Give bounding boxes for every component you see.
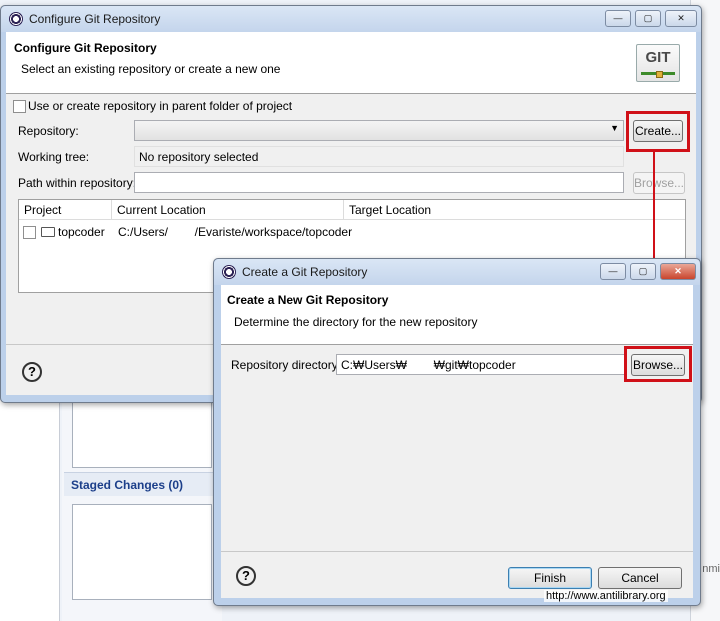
maximize-button[interactable]: ▢ xyxy=(630,263,656,280)
eclipse-icon xyxy=(222,265,236,279)
configure-header-description: Select an existing repository or create … xyxy=(21,62,281,76)
column-target-location[interactable]: Target Location xyxy=(344,200,685,220)
repository-label: Repository: xyxy=(18,124,79,138)
repository-combo[interactable]: ▼ xyxy=(134,120,624,141)
create-window-title: Create a Git Repository xyxy=(242,265,368,279)
working-tree-label: Working tree: xyxy=(18,150,90,164)
create-git-repository-dialog: Create a Git Repository — ▢ ✕ Create a N… xyxy=(213,258,701,606)
project-checkbox[interactable] xyxy=(23,226,36,239)
minimize-button[interactable]: — xyxy=(605,10,631,27)
current-location: C:/Users/ /Evariste/workspace/topcoder xyxy=(118,225,353,239)
repository-directory-input[interactable]: C:₩Users₩ ₩git₩topcoder xyxy=(336,354,626,375)
help-icon[interactable]: ? xyxy=(236,566,256,586)
path-browse-button[interactable]: Browse... xyxy=(633,172,685,194)
path-within-repository-input[interactable] xyxy=(134,172,624,193)
create-header-title: Create a New Git Repository xyxy=(227,293,389,307)
working-tree-value: No repository selected xyxy=(134,146,624,167)
git-staging-panel xyxy=(62,400,222,621)
close-button[interactable]: ✕ xyxy=(660,263,696,280)
staged-changes-list xyxy=(72,504,212,600)
folder-icon xyxy=(41,227,55,237)
create-title-bar[interactable]: Create a Git Repository — ▢ ✕ xyxy=(214,259,700,285)
eclipse-icon xyxy=(9,12,23,26)
help-icon[interactable]: ? xyxy=(22,362,42,382)
create-content: Create a New Git Repository Determine th… xyxy=(221,285,693,598)
create-footer-divider xyxy=(221,551,693,552)
minimize-button[interactable]: — xyxy=(600,263,626,280)
git-logo-text: GIT xyxy=(645,49,671,66)
create-button-highlight xyxy=(626,111,690,152)
commit-button-fragment: nmi xyxy=(702,563,720,575)
project-name: topcoder xyxy=(58,225,105,239)
configure-title-bar[interactable]: Configure Git Repository — ▢ ✕ xyxy=(1,6,701,32)
maximize-button[interactable]: ▢ xyxy=(635,10,661,27)
chevron-down-icon: ▼ xyxy=(610,123,619,133)
staged-changes-header[interactable]: Staged Changes (0) xyxy=(64,472,216,496)
watermark-url: http://www.antilibrary.org xyxy=(544,590,668,602)
finish-button[interactable]: Finish xyxy=(508,567,592,589)
repository-directory-label: Repository directory: xyxy=(231,358,342,372)
create-header: Create a New Git Repository Determine th… xyxy=(221,285,693,345)
unstaged-changes-list xyxy=(72,400,212,468)
create-header-description: Determine the directory for the new repo… xyxy=(234,315,478,329)
configure-header-title: Configure Git Repository xyxy=(14,41,157,55)
configure-window-title: Configure Git Repository xyxy=(29,12,161,26)
browse-button-highlight xyxy=(624,346,692,382)
parent-folder-checkbox[interactable] xyxy=(13,100,26,113)
column-current-location[interactable]: Current Location xyxy=(112,200,344,220)
path-within-repository-label: Path within repository: xyxy=(18,176,137,190)
configure-header: Configure Git Repository Select an exist… xyxy=(6,32,696,94)
column-project[interactable]: Project xyxy=(19,200,112,220)
git-logo-icon: GIT xyxy=(636,44,680,82)
close-button[interactable]: ✕ xyxy=(665,10,697,27)
cancel-button[interactable]: Cancel xyxy=(598,567,682,589)
workbench-left-strip xyxy=(0,400,60,621)
parent-folder-checkbox-label: Use or create repository in parent folde… xyxy=(28,99,293,113)
